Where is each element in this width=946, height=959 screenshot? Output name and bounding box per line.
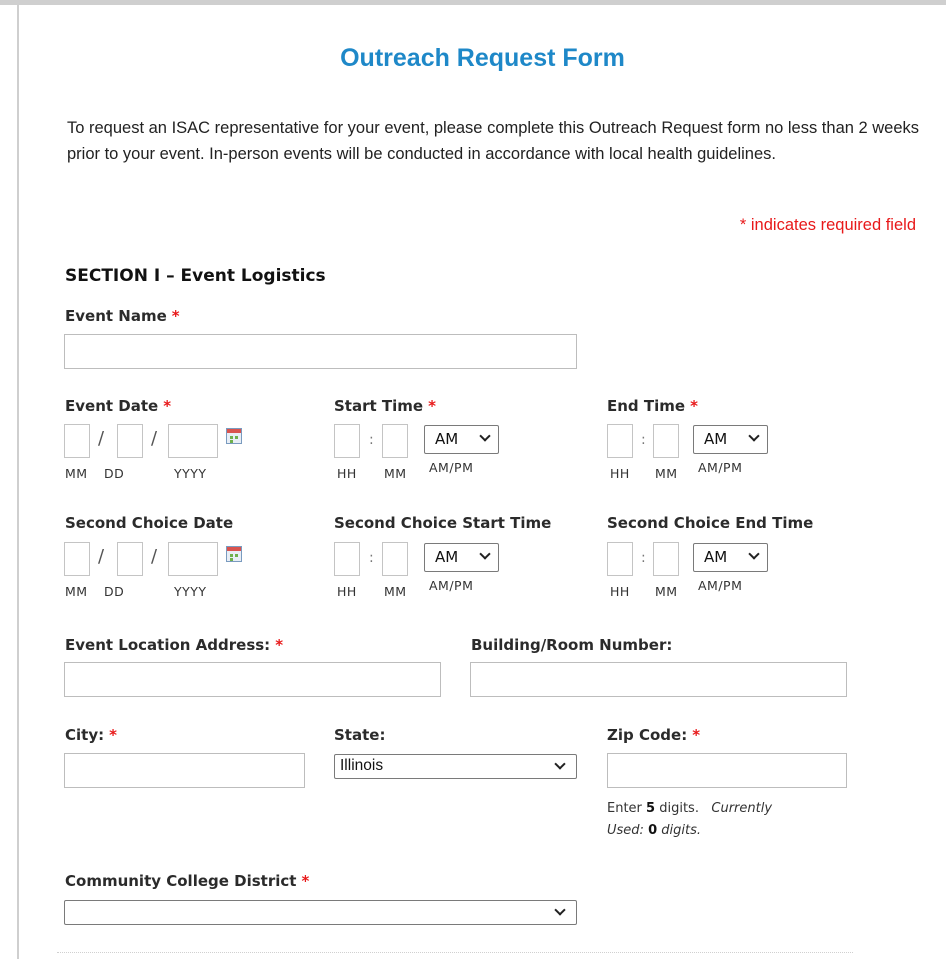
start-time-minute-input[interactable] [382,424,408,458]
page-title: Outreach Request Form [340,44,625,72]
chevron-down-icon [479,548,491,560]
chevron-down-icon [554,904,566,916]
second-date-yyyy-label: YYYY [174,584,207,599]
zip-code-input[interactable] [607,753,847,788]
calendar-icon[interactable] [226,546,242,562]
college-district-label: Community College District * [65,872,310,890]
event-date-dd-label: DD [104,466,125,481]
state-label: State: [334,726,386,744]
building-room-input[interactable] [470,662,847,697]
second-end-hour-input[interactable] [607,542,633,576]
second-start-minute-input[interactable] [382,542,408,576]
second-start-mm-label: MM [384,584,407,599]
date-separator: / [98,428,105,449]
chevron-down-icon [748,430,760,442]
college-district-select[interactable] [64,900,577,925]
end-time-minute-input[interactable] [653,424,679,458]
city-input[interactable] [64,753,305,788]
state-select[interactable]: Illinois [334,754,577,779]
event-date-label: Event Date * [65,397,172,415]
end-time-ampm-label: AM/PM [698,460,743,475]
second-end-minute-input[interactable] [653,542,679,576]
date-separator: / [151,428,158,449]
required-field-note: * indicates required field [739,216,916,234]
section-title: SECTION I – Event Logistics [65,266,326,286]
second-choice-date-label: Second Choice Date [65,514,234,532]
required-marker: * [171,307,180,325]
second-start-ampm-select[interactable]: AM [424,543,499,572]
end-time-mm-label: MM [655,466,678,481]
event-location-label: Event Location Address: * [65,636,284,654]
date-separator: / [151,546,158,567]
building-room-label: Building/Room Number: [471,636,673,654]
second-date-mm-label: MM [65,584,88,599]
end-time-label: End Time * [607,397,698,415]
chevron-down-icon [479,430,491,442]
zip-digit-counter: Enter 5 digits. Currently Used: 0 digits… [607,801,773,838]
event-date-mm-label: MM [65,466,88,481]
required-marker: * [109,726,117,744]
second-date-year-input[interactable] [168,542,218,576]
event-date-day-input[interactable] [117,424,143,458]
section-divider [57,952,853,953]
time-separator: : [369,550,374,566]
second-start-hour-input[interactable] [334,542,360,576]
time-separator: : [369,432,374,448]
start-time-ampm-select[interactable]: AM [424,425,499,454]
intro-text: To request an ISAC representative for yo… [67,119,920,163]
required-marker: * [428,397,436,415]
chevron-down-icon [554,758,566,770]
second-start-hh-label: HH [337,584,357,599]
start-time-label: Start Time * [334,397,436,415]
event-date-yyyy-label: YYYY [174,466,207,481]
required-marker: * [275,636,284,654]
start-time-hour-input[interactable] [334,424,360,458]
event-location-input[interactable] [64,662,441,697]
required-marker: * [301,872,310,890]
required-marker: * [690,397,698,415]
second-end-ampm-label: AM/PM [698,578,743,593]
event-date-year-input[interactable] [168,424,218,458]
second-choice-start-time-label: Second Choice Start Time [334,514,552,532]
required-marker: * [163,397,172,415]
second-choice-end-time-label: Second Choice End Time [607,514,814,532]
start-time-ampm-label: AM/PM [429,460,474,475]
event-name-input[interactable] [64,334,577,369]
start-time-hh-label: HH [337,466,357,481]
chevron-down-icon [748,548,760,560]
date-separator: / [98,546,105,567]
event-name-label: Event Name * [65,307,180,325]
required-marker: * [692,726,701,744]
end-time-hh-label: HH [610,466,630,481]
time-separator: : [641,432,646,448]
time-separator: : [641,550,646,566]
calendar-icon[interactable] [226,428,242,444]
zip-code-label: Zip Code: * [607,726,701,744]
second-end-mm-label: MM [655,584,678,599]
window-left-border [17,0,19,959]
second-end-ampm-select[interactable]: AM [693,543,768,572]
second-date-dd-label: DD [104,584,125,599]
end-time-hour-input[interactable] [607,424,633,458]
second-date-month-input[interactable] [64,542,90,576]
start-time-mm-label: MM [384,466,407,481]
end-time-ampm-select[interactable]: AM [693,425,768,454]
window-top-border [0,0,946,5]
event-date-month-input[interactable] [64,424,90,458]
second-date-day-input[interactable] [117,542,143,576]
second-end-hh-label: HH [610,584,630,599]
city-label: City: * [65,726,117,744]
second-start-ampm-label: AM/PM [429,578,474,593]
